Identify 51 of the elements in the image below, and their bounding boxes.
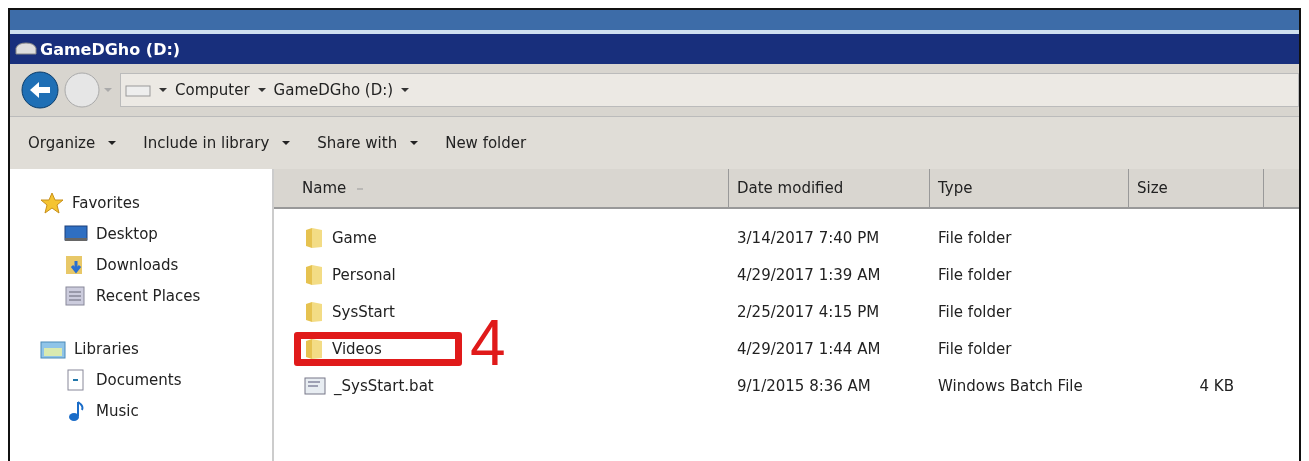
recent-places-icon [64,284,88,307]
step-number: 4 [470,308,506,378]
address-field[interactable]: Computer GameDGho (D:) [120,73,1299,107]
table-cell-text: File folder [937,265,1013,284]
toolbar-button[interactable]: Include in library [137,130,298,156]
nav-item[interactable]: Recent Places [10,280,272,311]
table-cell-text: 9/1/2015 8:36 AM [736,376,872,395]
folder-icon [304,263,324,286]
desktop-icon [64,223,88,244]
table-cell-text: 2/25/2017 4:15 PM [736,302,881,321]
folder-icon [304,300,324,323]
caret-icon[interactable] [159,86,167,94]
sort-icon [356,185,365,191]
caret-icon[interactable] [401,86,410,94]
back-icon[interactable] [20,70,60,110]
nav-item[interactable]: Music [10,395,272,426]
nav-item[interactable]: Desktop [10,218,272,249]
drive-icon [14,42,38,56]
file-name[interactable]: _SysStart.bat [334,376,434,395]
toolbar-button[interactable]: New folder [439,130,546,156]
table-cell-text: 3/14/2017 7:40 PM [736,228,881,247]
nav-item[interactable]: Favorites [10,187,272,218]
file-name[interactable]: Personal [332,265,396,284]
table-cell-text: 4/29/2017 1:39 AM [736,265,882,284]
star-icon [40,191,64,214]
column-header[interactable]: Type [930,169,1129,207]
nav-item[interactable]: Downloads [10,249,272,280]
file-name[interactable]: SysStart [332,302,395,321]
column-header[interactable]: Size [1129,169,1264,207]
drive-icon [125,82,151,98]
caret-icon[interactable] [257,86,266,94]
folder-icon [304,226,324,249]
folder-icon [304,337,324,360]
column-header[interactable]: Name [274,169,729,207]
table-cell-text: File folder [937,228,1013,247]
table-cell-text: Windows Batch File [937,376,1084,395]
file-name[interactable]: Game [332,228,377,247]
file-name[interactable]: Videos [332,339,382,358]
breadcrumb[interactable]: Computer [175,81,250,99]
toolbar-button[interactable]: Organize [22,130,124,156]
window-title: GameDGho (D:) [40,39,181,59]
batch-file-icon [304,375,326,396]
nav-item[interactable]: Libraries [10,333,272,364]
breadcrumb[interactable]: GameDGho (D:) [273,81,394,99]
nav-item[interactable]: Documents [10,364,272,395]
table-cell: 4 KB [1199,376,1234,395]
toolbar-button[interactable]: Share with [311,130,426,156]
table-cell-text: File folder [937,339,1013,358]
table-cell-text: 4/29/2017 1:44 AM [736,339,882,358]
column-header[interactable]: Date modified [729,169,930,207]
table-cell-text: File folder [937,302,1013,321]
